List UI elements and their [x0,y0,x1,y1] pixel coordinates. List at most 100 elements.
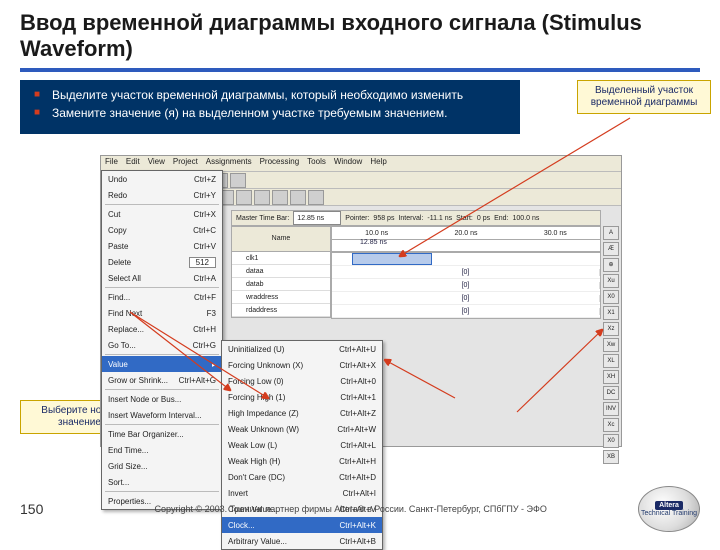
tool-icon[interactable]: INV [603,402,619,416]
slide-title: Ввод временной диаграммы входного сигнал… [0,0,720,68]
menu-item[interactable]: View [148,157,165,170]
menu-paste[interactable]: PasteCtrl+V [102,238,222,254]
menu-insert-interval[interactable]: Insert Waveform Interval... [102,407,222,423]
menu-value[interactable]: Value▸ [102,356,222,372]
value-arbitrary[interactable]: Arbitrary Value...Ctrl+Alt+B [222,533,382,549]
value-highz[interactable]: High Impedance (Z)Ctrl+Alt+Z [222,405,382,421]
value-dontcare[interactable]: Don't Care (DC)Ctrl+Alt+D [222,469,382,485]
toolbar-btn[interactable] [254,190,270,205]
menu-undo[interactable]: UndoCtrl+Z [102,171,222,187]
menu-timebar-organizer[interactable]: Time Bar Organizer... [102,426,222,442]
copyright-text: Copyright © 2003. Тренинг партнер фирмы … [63,504,638,514]
menu-select-all[interactable]: Select AllCtrl+A [102,270,222,286]
menu-cut[interactable]: CutCtrl+X [102,206,222,222]
menu-grow-shrink[interactable]: Grow or Shrink...Ctrl+Alt+G [102,372,222,388]
value-high[interactable]: Forcing High (1)Ctrl+Alt+1 [222,389,382,405]
ruler-tick: 30.0 ns [544,230,567,237]
interval-value: -11.1 ns [427,215,452,222]
instruction-item: Замените значение (я) на выделенном учас… [48,106,510,120]
toolbar-btn[interactable] [308,190,324,205]
waveform-area[interactable]: [0] [0] [0] [0] [331,252,601,319]
selected-region[interactable] [352,253,432,265]
pointer-label: Pointer: [345,215,369,222]
tool-icon[interactable]: XB [603,450,619,464]
tool-icon[interactable]: Xw [603,338,619,352]
tool-icon[interactable]: DC [603,386,619,400]
signal-row[interactable]: dataa [232,265,330,278]
title-rule [20,68,700,72]
end-label: End: [494,215,508,222]
menu-replace[interactable]: Replace...Ctrl+H [102,321,222,337]
menu-grid-size[interactable]: Grid Size... [102,458,222,474]
toolbar-btn[interactable] [272,190,288,205]
tool-icon[interactable]: Xu [603,274,619,288]
menu-item[interactable]: Project [173,157,198,170]
tool-icon[interactable]: Æ [603,242,619,256]
menu-end-time[interactable]: End Time... [102,442,222,458]
ruler-tick: 10.0 ns [365,230,388,237]
timebar-label: Master Time Bar: [236,215,289,222]
value-weak-unknown[interactable]: Weak Unknown (W)Ctrl+Alt+W [222,421,382,437]
tool-icon[interactable]: Xc [603,418,619,432]
toolbar-btn[interactable] [230,173,246,188]
waveform-row-bus[interactable]: [0] [332,305,600,318]
ruler-tick: 20.0 ns [455,230,478,237]
value-uninitialized[interactable]: Uninitialized (U)Ctrl+Alt+U [222,341,382,357]
start-label: Start: [456,215,473,222]
page-number: 150 [20,501,43,517]
value-low[interactable]: Forcing Low (0)Ctrl+Alt+0 [222,373,382,389]
interval-label: Interval: [398,215,423,222]
slide-footer: 150 Copyright © 2003. Тренинг партнер фи… [0,486,720,532]
timebar-value[interactable]: 12.85 ns [293,211,341,225]
tool-icon[interactable]: A [603,226,619,240]
value-weak-low[interactable]: Weak Low (L)Ctrl+Alt+L [222,437,382,453]
tool-icon[interactable]: X0 [603,434,619,448]
signal-names-column: Name clk1 dataa datab wraddress rdaddres… [231,226,331,318]
end-value: 100.0 ns [513,215,540,222]
waveform-row-clk[interactable] [332,253,600,266]
tool-icon[interactable]: XL [603,354,619,368]
toolbar-btn[interactable] [236,190,252,205]
menu-item[interactable]: Help [370,157,386,170]
signal-row[interactable]: wraddress [232,291,330,304]
instructions-box: Выделите участок временной диаграммы, ко… [20,80,520,134]
timebar-infobar: Master Time Bar: 12.85 ns Pointer: 958 p… [231,210,601,226]
name-header: Name [232,227,330,252]
menu-item[interactable]: Edit [126,157,140,170]
tool-icon[interactable]: XH [603,370,619,384]
waveform-row-bus[interactable]: [0] [332,266,600,279]
signal-row[interactable]: rdaddress [232,304,330,317]
menu-redo[interactable]: RedoCtrl+Y [102,187,222,203]
callout-selected-region: Выделенный участок временной диаграммы [577,80,711,114]
time-ruler[interactable]: 10.0 ns 20.0 ns 30.0 ns 12.85 ns [331,226,601,252]
menu-item[interactable]: Assignments [206,157,252,170]
menu-find[interactable]: Find...Ctrl+F [102,289,222,305]
tool-icon[interactable]: X1 [603,306,619,320]
start-value: 0 ps [477,215,490,222]
logo-brand: Altera [655,501,683,510]
value-unknown[interactable]: Forcing Unknown (X)Ctrl+Alt+X [222,357,382,373]
menu-insert-node[interactable]: Insert Node or Bus... [102,391,222,407]
waveform-row-bus[interactable]: [0] [332,279,600,292]
edit-menu[interactable]: UndoCtrl+Z RedoCtrl+Y CutCtrl+X CopyCtrl… [101,170,223,510]
menu-item[interactable]: Tools [307,157,326,170]
tool-icon[interactable]: X0 [603,290,619,304]
signal-row[interactable]: clk1 [232,252,330,265]
altera-logo-icon: Altera Technical Training [638,486,700,532]
value-weak-high[interactable]: Weak High (H)Ctrl+Alt+H [222,453,382,469]
value-icons-toolbar[interactable]: A Æ ⊕ Xu X0 X1 Xz Xw XL XH DC INV Xc X0 … [603,226,619,464]
waveform-row-bus[interactable]: [0] [332,292,600,305]
menu-goto[interactable]: Go To...Ctrl+G [102,337,222,353]
waveform-editor-window: File Edit View Project Assignments Proce… [100,155,622,447]
menu-item[interactable]: File [105,157,118,170]
signal-row[interactable]: datab [232,278,330,291]
tool-icon[interactable]: Xz [603,322,619,336]
tool-icon[interactable]: ⊕ [603,258,619,272]
menu-item[interactable]: Window [334,157,362,170]
toolbar-btn[interactable] [290,190,306,205]
ruler-marker: 12.85 ns [360,239,387,246]
menu-find-next[interactable]: Find NextF3 [102,305,222,321]
menu-delete[interactable]: Delete512 [102,254,222,270]
menu-item[interactable]: Processing [260,157,300,170]
menu-copy[interactable]: CopyCtrl+C [102,222,222,238]
